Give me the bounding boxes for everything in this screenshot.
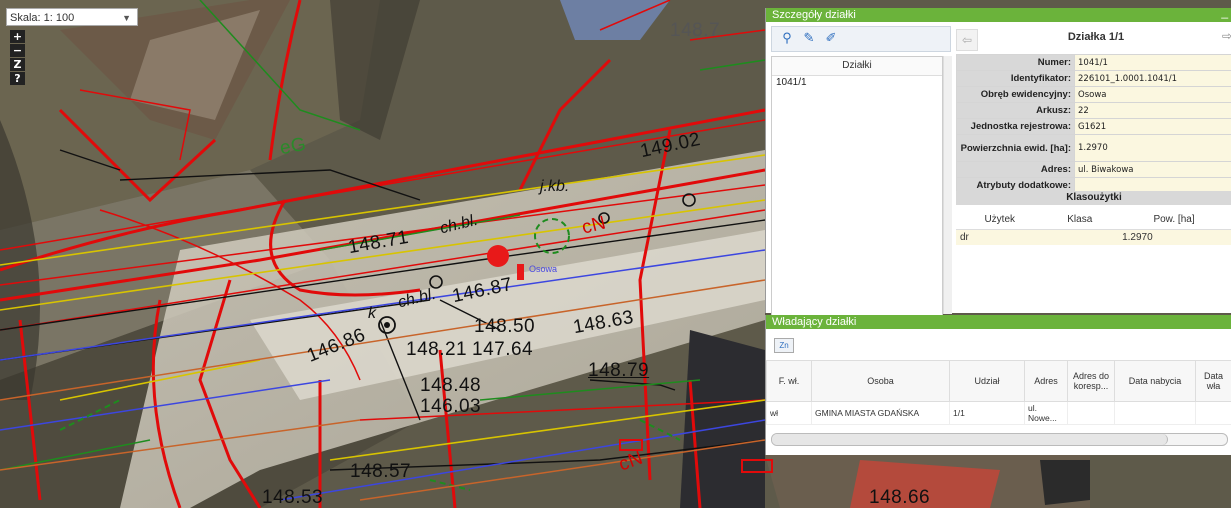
parcel-list-header: Działki (772, 57, 942, 76)
cell-udzial: 1/1 (949, 401, 1025, 425)
zoom-in-button[interactable]: + (10, 30, 25, 43)
owners-table: F. wł. Osoba Udział Adres Adres do kores… (766, 360, 1231, 425)
attr-key: Numer: (956, 54, 1075, 71)
place-label: Osowa (529, 264, 558, 274)
elevation-label: 148.48 (420, 375, 482, 396)
attr-value: ul. Biwakowa (1074, 161, 1231, 178)
parcel-details-panel: Szczegóły działki _ ⚲ ✎ ✐ Działki 1041/1… (765, 5, 1231, 316)
table-row: Arkusz: 22 (956, 102, 1231, 119)
minimize-button[interactable]: _ (1221, 5, 1228, 19)
cell-uzytek: dr (956, 229, 1044, 245)
table-row: Numer: 1041/1 (956, 54, 1231, 71)
land-use-table: Użytek Klasa Pow. [ha] dr 1.2970 (956, 209, 1231, 245)
elevation-label: 148.50 (474, 316, 536, 337)
column-header[interactable]: Użytek (956, 209, 1044, 230)
column-header[interactable]: F. wł. (766, 360, 812, 402)
utility-label: k (368, 305, 376, 322)
table-row[interactable]: dr 1.2970 (956, 229, 1231, 245)
column-header[interactable]: Udział (949, 360, 1025, 402)
column-header[interactable]: Adres (1024, 360, 1068, 402)
help-button[interactable]: ? (10, 72, 25, 85)
utility-label: j.kb. (540, 178, 570, 195)
attr-key: Adres: (956, 161, 1075, 178)
owners-panel: Władający działki Zn F. wł. Osoba Udział… (765, 315, 1231, 455)
list-item[interactable]: 1041/1 (772, 76, 942, 90)
zoom-extent-button[interactable]: Z (10, 58, 25, 71)
attr-value: 226101_1.0001.1041/1 (1074, 70, 1231, 87)
attr-value: Osowa (1074, 86, 1231, 103)
attr-value: 22 (1074, 102, 1231, 119)
previous-parcel-button[interactable]: ⇦ (956, 29, 978, 51)
cell-pow: 1.2970 (1116, 229, 1231, 245)
elevation-label: 148.7 (670, 20, 721, 41)
find-owner-icon[interactable]: ⚲ (778, 30, 796, 46)
column-header[interactable]: Klasa (1043, 209, 1117, 230)
parcel-nav: ⇦ Działka 1/1 ⇨ (956, 26, 1231, 54)
zoom-out-button[interactable]: − (10, 44, 25, 57)
scale-select[interactable]: Skala: 1: 100 ▼ (6, 8, 138, 26)
cell-wlad (1195, 401, 1231, 425)
edit-icon[interactable]: ✎ (800, 30, 818, 46)
parcel-nav-title: Działka 1/1 (1067, 31, 1125, 43)
column-header[interactable]: Osoba (811, 360, 950, 402)
attr-key: Powierzchnia ewid. [ha]: (956, 134, 1075, 162)
cell-koresp (1067, 401, 1115, 425)
attribute-table: Numer: 1041/1 Identyfikator: 226101_1.0001… (956, 54, 1231, 194)
zoom-controls: + − Z ? (10, 30, 25, 86)
pen-icon[interactable]: ✐ (822, 30, 840, 46)
horizontal-scrollbar[interactable] (771, 433, 1228, 446)
attr-key: Identyfikator: (956, 70, 1075, 87)
panel-title: Władający działki (772, 316, 857, 328)
panel-title: Szczegóły działki (772, 9, 856, 21)
elevation-label: 148.53 (262, 487, 324, 508)
elevation-label: 148.79 (588, 360, 650, 381)
export-button[interactable]: Zn (774, 338, 794, 353)
parcel-list: Działki 1041/1 (771, 56, 943, 316)
cell-fwl: wł (766, 401, 812, 425)
land-use-header: Klasoużytki (956, 191, 1231, 205)
panel-title-bar: Władający działki (766, 315, 1231, 329)
attr-key: Arkusz: (956, 102, 1075, 119)
scale-value: Skala: 1: 100 (10, 12, 75, 24)
utility-label: eG (278, 133, 308, 160)
cell-klasa (1043, 229, 1117, 245)
attr-value: 1041/1 (1074, 54, 1231, 71)
splitter[interactable] (943, 56, 952, 314)
attr-value: 1.2970 (1074, 134, 1231, 162)
cell-adres: ul. Nowe... (1024, 401, 1068, 425)
cell-osoba: GMINA MIASTA GDAŃSKA (811, 401, 950, 425)
column-header[interactable]: Data wła (1195, 360, 1231, 402)
table-row: Jednostka rejestrowa: G1621 (956, 118, 1231, 135)
elevation-label: 148.66 (869, 487, 931, 508)
elevation-label: 148.21 (406, 339, 468, 360)
scrollbar-thumb[interactable] (772, 434, 1168, 445)
elevation-label: 147.64 (472, 339, 534, 360)
table-row[interactable]: wł GMINA MIASTA GDAŃSKA 1/1 ul. Nowe... (766, 401, 1231, 425)
next-parcel-button[interactable]: ⇨ (1222, 29, 1231, 49)
elevation-label: 148.57 (350, 461, 412, 482)
table-row: Identyfikator: 226101_1.0001.1041/1 (956, 70, 1231, 87)
attr-key: Obręb ewidencyjny: (956, 86, 1075, 103)
attr-value: G1621 (1074, 118, 1231, 135)
attr-key: Jednostka rejestrowa: (956, 118, 1075, 135)
elevation-label: 146.03 (420, 396, 482, 417)
column-header[interactable]: Adres do koresp... (1067, 360, 1115, 402)
table-row: Obręb ewidencyjny: Osowa (956, 86, 1231, 103)
column-header[interactable]: Data nabycia (1114, 360, 1196, 402)
table-row: Adres: ul. Biwakowa (956, 161, 1231, 178)
panel-title-bar: Szczegóły działki _ (766, 5, 1231, 22)
column-header[interactable]: Pow. [ha] (1116, 209, 1231, 230)
details-toolbar: ⚲ ✎ ✐ (771, 26, 951, 52)
table-row: Powierzchnia ewid. [ha]: 1.2970 (956, 134, 1231, 162)
cell-nabycia (1114, 401, 1196, 425)
chevron-down-icon: ▼ (122, 13, 131, 23)
